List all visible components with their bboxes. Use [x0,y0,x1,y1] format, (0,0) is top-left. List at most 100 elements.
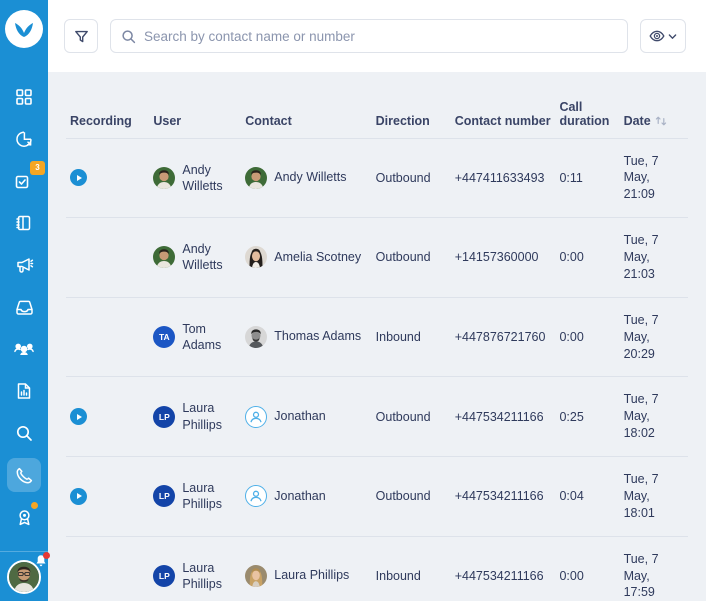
table-row[interactable]: Andy Willetts Amelia Scotney Outbound +1415… [66,217,688,298]
column-header-date-label: Date [623,113,651,128]
cell-user: LP Laura Phillips [149,456,242,537]
contact-avatar-icon [245,564,268,587]
tasks-badge-count: 3 [30,161,45,175]
user-name: Andy Willetts [182,162,223,193]
table-row[interactable]: LP Laura Phillips Jonathan Outbound +4475342… [66,376,688,457]
sidebar-item-search[interactable] [7,416,41,450]
user-avatar-icon: LP [153,564,176,587]
cell-recording[interactable] [66,535,150,601]
cell-call-duration: 0:11 [555,137,620,218]
cell-contact-number: +14157360000 [450,217,556,298]
column-visibility-button[interactable] [640,19,686,53]
sidebar-nav: 3 [0,80,48,542]
top-toolbar [48,0,706,72]
cell-user: TA Tom Adams [149,296,242,377]
sort-updown-icon[interactable] [655,115,667,127]
sidebar-item-calls[interactable] [7,458,41,492]
table-row[interactable]: LP Laura Phillips Laura Phillips Inbound +44… [66,535,688,601]
cell-direction: Inbound [371,535,451,601]
cell-user: LP Laura Phillips [149,376,242,457]
bell-icon[interactable] [33,551,50,569]
cell-call-duration: 0:04 [555,456,620,537]
cell-contact-number: +447534211166 [450,456,556,537]
user-name: Laura Phillips [182,560,222,591]
sidebar: 3 [0,0,50,601]
sidebar-item-contacts[interactable] [7,332,41,366]
sidebar-item-campaigns[interactable] [7,248,41,282]
sidebar-item-inbox[interactable] [7,290,41,324]
table-row[interactable]: Andy Willetts Andy Willetts Outbound +44741… [66,137,688,218]
filter-button[interactable] [64,19,98,53]
cell-recording[interactable] [66,137,150,218]
column-header-date[interactable]: Date [620,72,688,138]
contact-avatar-icon [245,246,268,269]
user-name: Tom Adams [182,321,222,353]
play-recording-button[interactable] [70,408,87,426]
search-icon [122,29,136,43]
search-input[interactable] [144,28,617,44]
app-root: 3 Search by contact name or number Recor… [0,0,706,601]
contact-name: Amelia Scotney [274,249,362,264]
cell-date: Tue, 7 May, 21:09 [619,137,688,218]
sidebar-profile[interactable] [0,551,50,601]
column-header-recording[interactable]: Recording [66,72,149,138]
sidebar-item-achievements[interactable] [7,500,41,534]
cell-direction: Inbound [371,296,451,377]
cell-direction: Outbound [371,137,451,218]
cell-direction: Outbound [371,217,451,298]
cell-recording[interactable] [66,296,150,377]
sidebar-item-tasks[interactable]: 3 [7,161,45,198]
calls-table-container[interactable]: Recording User Contact Direction Contact… [48,72,706,601]
main-content: Recording User Contact Direction Contact… [48,0,706,601]
cell-contact: Laura Phillips [241,535,372,601]
sidebar-item-reports[interactable] [7,374,41,408]
play-recording-button[interactable] [70,487,87,505]
cell-contact-number: +447876721760 [450,296,556,377]
column-header-user[interactable]: User [149,72,241,138]
user-name: Andy Willetts [182,242,223,273]
cell-contact-number: +447411633493 [450,137,556,218]
column-header-contact[interactable]: Contact [241,72,371,138]
cell-date: Tue, 7 May, 18:01 [619,456,688,537]
search-box[interactable] [110,19,628,53]
contact-avatar-icon [245,166,268,189]
user-avatar-icon [153,246,176,269]
cell-call-duration: 0:00 [555,217,620,298]
contact-name: Jonathan [274,408,326,423]
sidebar-item-notes[interactable] [7,206,41,240]
cell-contact: Amelia Scotney [241,217,372,298]
cell-direction: Outbound [371,456,451,537]
cell-contact: Jonathan [241,456,372,537]
cell-date: Tue, 7 May, 18:02 [619,376,688,457]
table-row[interactable]: LP Laura Phillips Jonathan Outbound +4475342… [66,456,688,537]
column-header-direction[interactable]: Direction [372,72,451,138]
contact-avatar-icon [245,326,268,349]
sidebar-item-analytics[interactable] [7,122,41,156]
cell-recording[interactable] [66,217,150,298]
cell-user: LP Laura Phillips [149,535,242,601]
user-avatar-icon [153,166,176,189]
calls-table: Recording User Contact Direction Contact… [66,72,688,601]
contact-name: Thomas Adams [274,329,362,344]
cell-contact: Thomas Adams [241,296,372,377]
column-header-contact-number[interactable]: Contact number [451,72,556,138]
cell-date: Tue, 7 May, 21:03 [619,217,688,298]
column-header-call-duration[interactable]: Call duration [555,72,619,138]
contact-name: Jonathan [274,488,326,503]
user-avatar-icon: TA [153,326,176,349]
contact-avatar-icon [245,485,268,508]
sidebar-item-dashboard[interactable] [7,80,41,114]
user-avatar-icon: LP [153,485,176,508]
cell-direction: Outbound [371,376,451,457]
cell-contact: Jonathan [241,376,372,457]
table-row[interactable]: TA Tom Adams Thomas Adams Inbound +447876721… [66,296,688,377]
cell-recording[interactable] [66,376,150,457]
user-avatar-icon: LP [153,405,176,428]
cell-recording[interactable] [66,456,150,537]
cell-user: Andy Willetts [149,137,242,218]
cell-user: Andy Willetts [149,217,242,298]
play-recording-button[interactable] [70,169,87,187]
notification-dot [43,551,50,559]
user-name: Laura Phillips [182,401,222,432]
app-logo[interactable] [5,10,43,48]
